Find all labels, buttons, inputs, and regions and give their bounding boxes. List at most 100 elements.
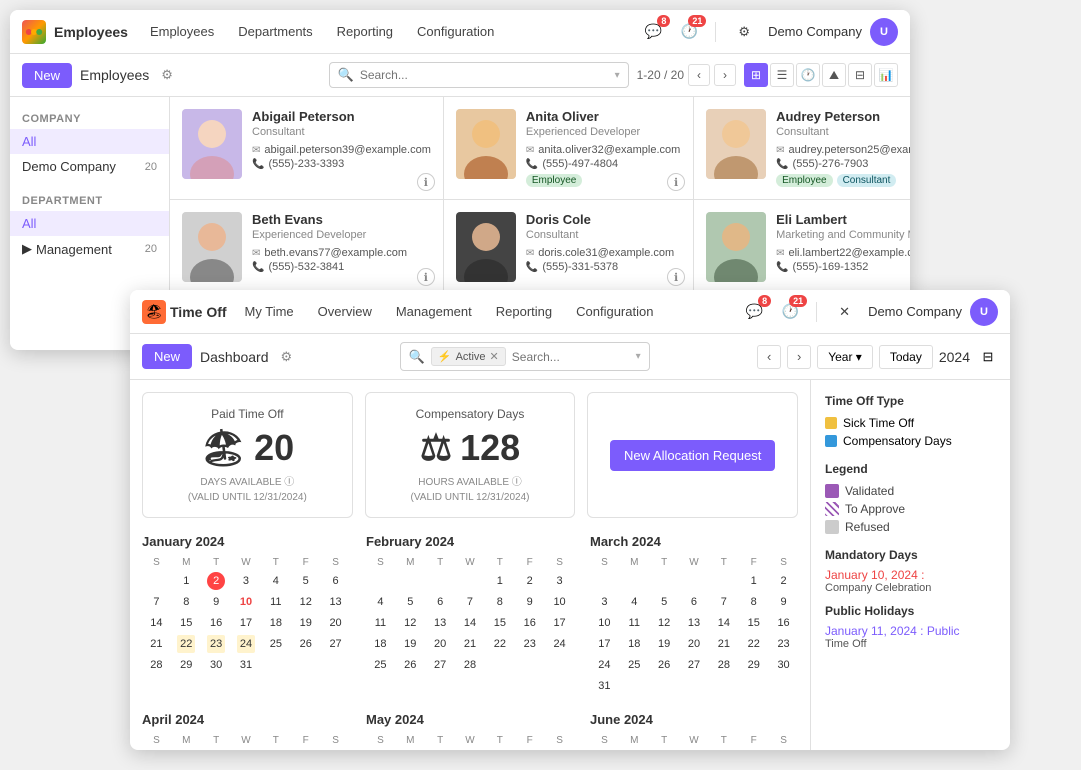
today-button[interactable]: Today — [879, 345, 933, 369]
sidebar-demo-company[interactable]: Demo Company 20 — [10, 154, 169, 179]
cal-day: 1 — [177, 572, 195, 590]
validated-legend: Validated — [825, 484, 996, 498]
employee-info: Anita Oliver Experienced Developer ✉ ani… — [526, 109, 681, 187]
card-info-button[interactable]: ℹ — [417, 268, 435, 286]
grid-view-button[interactable]: ⊟ — [848, 63, 872, 87]
card-info-button[interactable]: ℹ — [667, 173, 685, 191]
february-calendar: February 2024 SMTWTFS 123 45678910 11121… — [366, 534, 574, 696]
may-calendar: May 2024 SMTWTFS 1234 567891011 12131415… — [366, 712, 574, 750]
card-info-button[interactable]: ℹ — [667, 268, 685, 286]
comp-icon: ⚖ — [420, 427, 452, 469]
nav-configuration[interactable]: Configuration — [407, 18, 504, 45]
prev-page-button[interactable]: ‹ — [688, 64, 710, 86]
filter-close-button[interactable]: ✕ — [490, 350, 499, 363]
pto-icon: 🏖 — [200, 427, 246, 469]
comp-days-checkbox[interactable]: Compensatory Days — [825, 434, 996, 448]
user-avatar-2[interactable]: U — [970, 298, 998, 326]
employee-job-title: Consultant — [526, 229, 681, 241]
timeoff-navbar-right: 💬 8 🕐 21 ✕ Demo Company U — [740, 298, 998, 326]
next-page-button[interactable]: › — [714, 64, 736, 86]
timeoff-app-name: Time Off — [170, 304, 227, 320]
mandatory-date: January 10, 2024 : — [825, 568, 996, 582]
search-dropdown-icon[interactable]: ▾ — [615, 70, 620, 81]
may-header: May 2024 — [366, 712, 574, 727]
employee-info: Abigail Peterson Consultant ✉ abigail.pe… — [252, 109, 431, 172]
sidebar-all-depts[interactable]: All — [10, 211, 169, 236]
list-view-button[interactable]: ☰ — [770, 63, 794, 87]
chat-button[interactable]: 💬 8 — [639, 18, 667, 46]
map-view-button[interactable]: ⛰ — [822, 63, 846, 87]
activity-view-button[interactable]: 🕐 — [796, 63, 820, 87]
timeoff-logo: 🏖 — [142, 300, 166, 324]
pto-sub: DAYS AVAILABLE ⓘ — [159, 473, 336, 488]
activity-button-2[interactable]: 🕐 21 — [776, 298, 804, 326]
graph-view-button[interactable]: 📊 — [874, 63, 898, 87]
sick-time-checkbox[interactable]: Sick Time Off — [825, 416, 996, 430]
sidebar-management[interactable]: ▶ Management 20 — [10, 236, 169, 262]
phone-icon: 📞 — [776, 159, 788, 170]
employee-card[interactable]: Doris Cole Consultant ✉ doris.cole31@exa… — [444, 200, 693, 294]
employee-tags: Employee — [526, 174, 681, 187]
search-dropdown-icon-2[interactable]: ▾ — [636, 351, 641, 362]
search-input[interactable] — [360, 68, 609, 82]
year-navigation: ‹ › Year ▾ Today 2024 — [757, 345, 970, 369]
chat-button-2[interactable]: 💬 8 — [740, 298, 768, 326]
new-allocation-button[interactable]: New Allocation Request — [610, 440, 775, 471]
employee-card[interactable]: Abigail Peterson Consultant ✉ abigail.pe… — [170, 97, 443, 199]
nav-departments[interactable]: Departments — [228, 18, 322, 45]
page-title: Employees — [80, 67, 149, 83]
nav-reporting[interactable]: Reporting — [327, 18, 403, 45]
employee-info: Audrey Peterson Consultant ✉ audrey.pete… — [776, 109, 910, 187]
sidebar-all-companies[interactable]: All — [10, 129, 169, 154]
next-year-button[interactable]: › — [787, 345, 811, 369]
employee-card[interactable]: Audrey Peterson Consultant ✉ audrey.pete… — [694, 97, 910, 199]
nav-management[interactable]: Management — [386, 298, 482, 325]
dashboard-gear-icon[interactable]: ⚙ — [281, 349, 293, 365]
refused-label: Refused — [845, 520, 890, 534]
dashboard-right-panel: Time Off Type Sick Time Off Compensatory… — [810, 380, 1010, 750]
odoo-logo — [22, 20, 46, 44]
new-button-2[interactable]: New — [142, 344, 192, 369]
activity-button[interactable]: 🕐 21 — [675, 18, 703, 46]
dashboard-title: Dashboard — [200, 349, 269, 365]
january-calendar: January 2024 SMTWTFS 123456 78910111213 … — [142, 534, 350, 696]
mandatory-days-section: Mandatory Days January 10, 2024 : Compan… — [825, 548, 996, 594]
nav-employees[interactable]: Employees — [140, 18, 224, 45]
dashboard-search-input[interactable] — [512, 350, 630, 364]
chat-badge-2: 8 — [758, 295, 771, 307]
employee-card[interactable]: Anita Oliver Experienced Developer ✉ ani… — [444, 97, 693, 199]
prev-year-button[interactable]: ‹ — [757, 345, 781, 369]
settings-gear-icon[interactable]: ⚙ — [161, 67, 173, 83]
to-approve-color — [825, 502, 839, 516]
pto-stat-card: Paid Time Off 🏖 20 DAYS AVAILABLE ⓘ (VAL… — [142, 392, 353, 518]
user-avatar[interactable]: U — [870, 18, 898, 46]
employee-avatar — [706, 212, 766, 282]
nav-configuration[interactable]: Configuration — [566, 298, 663, 325]
sidebar-toggle[interactable]: ⊟ — [978, 349, 998, 365]
employee-job-title: Consultant — [776, 126, 910, 138]
public-date: January 11, 2024 : Public — [825, 624, 996, 638]
to-approve-legend: To Approve — [825, 502, 996, 516]
new-button[interactable]: New — [22, 63, 72, 88]
activity-badge-2: 21 — [789, 295, 807, 307]
employee-avatar — [706, 109, 766, 179]
nav-reporting[interactable]: Reporting — [486, 298, 562, 325]
employee-card[interactable]: Beth Evans Experienced Developer ✉ beth.… — [170, 200, 443, 294]
navbar-menu: Employees Departments Reporting Configur… — [140, 18, 631, 45]
activity-badge: 21 — [688, 15, 706, 27]
settings-icon[interactable]: ⚙ — [728, 18, 760, 46]
employee-card[interactable]: Eli Lambert Marketing and Community Mana… — [694, 200, 910, 294]
pagination-text: 1-20 / 20 — [637, 68, 684, 82]
march-calendar: March 2024 SMTWTFS 12 3456789 1011121314… — [590, 534, 798, 696]
card-info-button[interactable]: ℹ — [417, 173, 435, 191]
nav-overview[interactable]: Overview — [308, 298, 382, 325]
company-name: Demo Company — [768, 24, 862, 39]
timeoff-type-title: Time Off Type — [825, 394, 996, 408]
nav-my-time[interactable]: My Time — [235, 298, 304, 325]
public-title: Public Holidays — [825, 604, 996, 618]
year-select-button[interactable]: Year ▾ — [817, 345, 873, 369]
comp-number: ⚖ 128 — [382, 427, 559, 469]
close-icon[interactable]: ✕ — [829, 298, 860, 326]
dashboard-main: Paid Time Off 🏖 20 DAYS AVAILABLE ⓘ (VAL… — [130, 380, 810, 750]
kanban-view-button[interactable]: ⊞ — [744, 63, 768, 87]
